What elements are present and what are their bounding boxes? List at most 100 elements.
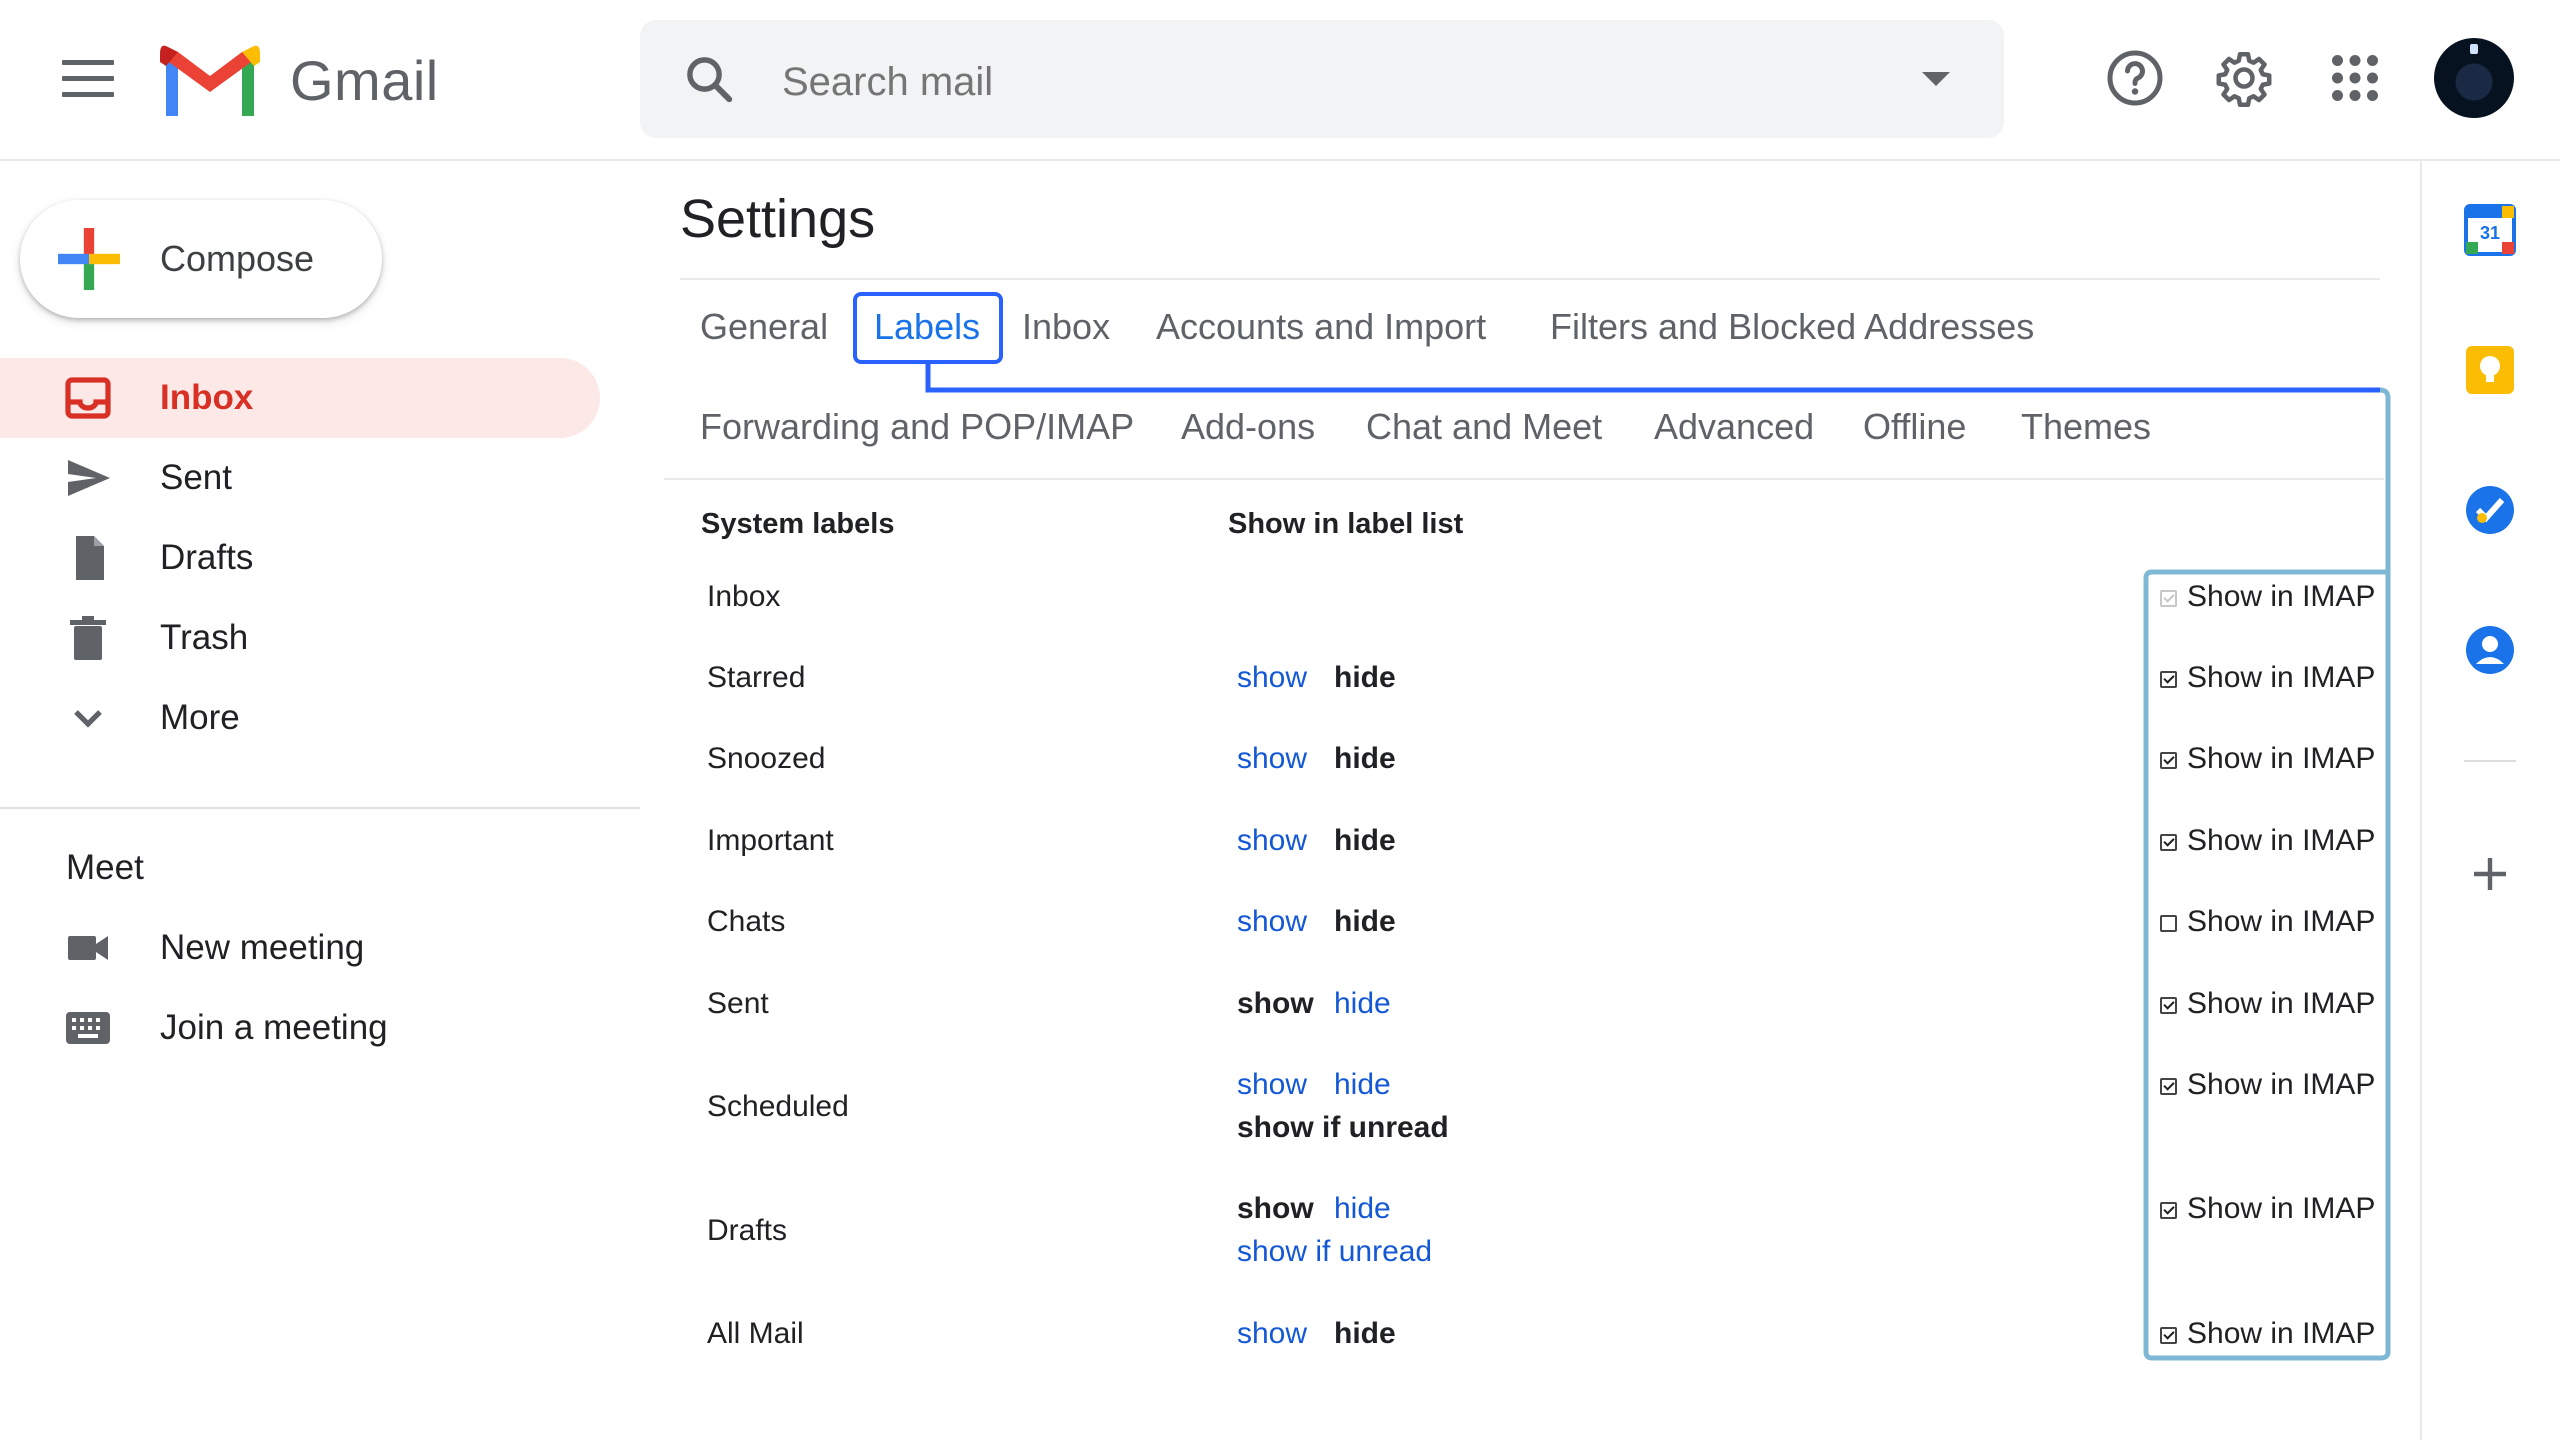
tab-offline[interactable]: Offline <box>1863 406 1966 448</box>
title-divider <box>680 278 2380 280</box>
imap-checkbox-snoozed[interactable]: Show in IMAP <box>2160 742 2375 776</box>
tab-inbox[interactable]: Inbox <box>1022 306 1110 348</box>
sidebar-item-sent[interactable]: Sent <box>0 438 600 518</box>
sidebar-item-trash[interactable]: Trash <box>0 598 600 678</box>
side-panel-divider <box>2464 760 2516 762</box>
sidebar-item-label: Trash <box>160 618 249 657</box>
label-row-important: Important <box>707 824 834 857</box>
sidebar-item-label: New meeting <box>160 928 365 967</box>
show-link-chats[interactable]: show <box>1237 905 1307 939</box>
tab-labels[interactable]: Labels <box>874 306 980 348</box>
imap-label: Show in IMAP <box>2187 1192 2376 1225</box>
checkbox-icon[interactable] <box>2160 997 2177 1014</box>
show-link-scheduled[interactable]: show <box>1237 1068 1307 1102</box>
sidebar-item-label: More <box>160 698 240 737</box>
imap-label: Show in IMAP <box>2187 580 2376 613</box>
sidebar-item-label: Drafts <box>160 538 254 577</box>
imap-label: Show in IMAP <box>2187 824 2376 857</box>
tabs-divider <box>664 478 2384 480</box>
hide-selected-important: hide <box>1334 824 1396 857</box>
calendar-day: 31 <box>2480 223 2500 243</box>
imap-label: Show in IMAP <box>2187 1068 2376 1101</box>
imap-checkbox-all-mail[interactable]: Show in IMAP <box>2160 1317 2375 1351</box>
show-link-snoozed[interactable]: show <box>1237 742 1307 776</box>
imap-label: Show in IMAP <box>2187 905 2376 938</box>
sidebar-item-label: Inbox <box>160 378 254 417</box>
label-row-scheduled: Scheduled <box>707 1090 849 1123</box>
imap-label: Show in IMAP <box>2187 742 2376 775</box>
label-row-snoozed: Snoozed <box>707 742 826 775</box>
label-row-all-mail: All Mail <box>707 1317 804 1350</box>
tab-accounts-and-import[interactable]: Accounts and Import <box>1156 306 1486 348</box>
imap-checkbox-inbox: Show in IMAP <box>2160 580 2375 614</box>
tab-filters-and-blocked-addresses[interactable]: Filters and Blocked Addresses <box>1550 306 2034 348</box>
top-bar: Gmail Search mail <box>0 0 2560 161</box>
tab-general[interactable]: General <box>700 306 828 348</box>
account-avatar[interactable] <box>2434 38 2514 118</box>
label-row-starred: Starred <box>707 661 806 694</box>
help-icon[interactable] <box>2105 48 2165 108</box>
compose-plus-icon <box>58 228 120 290</box>
hide-link-sent[interactable]: hide <box>1334 987 1391 1021</box>
tab-forwarding-pop-imap[interactable]: Forwarding and POP/IMAP <box>700 406 1134 448</box>
compose-label: Compose <box>160 238 315 279</box>
tab-add-ons[interactable]: Add-ons <box>1181 406 1315 448</box>
video-camera-icon <box>68 936 108 960</box>
tab-themes[interactable]: Themes <box>2021 406 2151 448</box>
keep-icon[interactable] <box>2464 344 2516 396</box>
imap-checkbox-sent[interactable]: Show in IMAP <box>2160 987 2375 1021</box>
label-row-chats: Chats <box>707 905 786 938</box>
tab-chat-and-meet[interactable]: Chat and Meet <box>1366 406 1602 448</box>
app-name[interactable]: Gmail <box>290 48 439 113</box>
hide-selected-chats: hide <box>1334 905 1396 938</box>
imap-label: Show in IMAP <box>2187 1317 2376 1350</box>
checkbox-icon[interactable] <box>2160 1202 2177 1219</box>
show-in-label-list-header: Show in label list <box>1228 508 1464 540</box>
main-menu-icon[interactable] <box>62 60 114 100</box>
sidebar-item-more[interactable]: More <box>0 678 600 758</box>
calendar-icon[interactable]: 31 <box>2464 204 2516 256</box>
sidebar-item-inbox[interactable]: Inbox <box>0 358 600 438</box>
imap-checkbox-scheduled[interactable]: Show in IMAP <box>2160 1068 2375 1102</box>
imap-checkbox-chats[interactable]: Show in IMAP <box>2160 905 2375 939</box>
hide-link-drafts[interactable]: hide <box>1334 1192 1391 1226</box>
label-row-drafts: Drafts <box>707 1214 788 1247</box>
sidebar-item-join-meeting[interactable]: Join a meeting <box>0 988 600 1068</box>
gmail-logo-icon[interactable] <box>160 40 260 118</box>
meet-section-title: Meet <box>66 848 144 887</box>
show-link-starred[interactable]: show <box>1237 661 1307 695</box>
show-link-important[interactable]: show <box>1237 824 1307 858</box>
search-input[interactable]: Search mail <box>782 60 993 105</box>
checkbox-icon[interactable] <box>2160 671 2177 688</box>
hide-selected-all-mail: hide <box>1334 1317 1396 1350</box>
show-if-unread-link-drafts[interactable]: show if unread <box>1237 1235 1432 1269</box>
apps-grid-icon[interactable] <box>2325 48 2385 108</box>
gear-icon[interactable] <box>2214 48 2274 108</box>
imap-checkbox-drafts[interactable]: Show in IMAP <box>2160 1192 2375 1226</box>
tab-advanced[interactable]: Advanced <box>1654 406 1814 448</box>
checkbox-icon[interactable] <box>2160 1078 2177 1095</box>
show-link-all-mail[interactable]: show <box>1237 1317 1307 1351</box>
inbox-icon <box>65 377 111 419</box>
hide-link-scheduled[interactable]: hide <box>1334 1068 1391 1102</box>
add-icon[interactable] <box>2464 848 2516 900</box>
sidebar-divider <box>0 807 640 809</box>
checkbox-icon[interactable] <box>2160 752 2177 769</box>
imap-checkbox-starred[interactable]: Show in IMAP <box>2160 661 2375 695</box>
compose-button[interactable]: Compose <box>20 200 382 318</box>
imap-checkbox-important[interactable]: Show in IMAP <box>2160 824 2375 858</box>
search-bar[interactable]: Search mail <box>640 20 2004 138</box>
sidebar-item-drafts[interactable]: Drafts <box>0 518 600 598</box>
checkbox-icon[interactable] <box>2160 915 2177 932</box>
sidebar-item-new-meeting[interactable]: New meeting <box>0 908 600 988</box>
contacts-icon[interactable] <box>2464 624 2516 676</box>
search-options-icon[interactable] <box>1922 72 1950 86</box>
keyboard-icon <box>66 1012 110 1044</box>
checkbox-icon[interactable] <box>2160 1327 2177 1344</box>
label-row-sent: Sent <box>707 987 769 1020</box>
sidebar-item-label: Join a meeting <box>160 1008 388 1047</box>
checkbox-icon[interactable] <box>2160 834 2177 851</box>
tasks-icon[interactable] <box>2464 484 2516 536</box>
send-icon <box>68 460 110 496</box>
search-icon[interactable] <box>682 52 736 106</box>
